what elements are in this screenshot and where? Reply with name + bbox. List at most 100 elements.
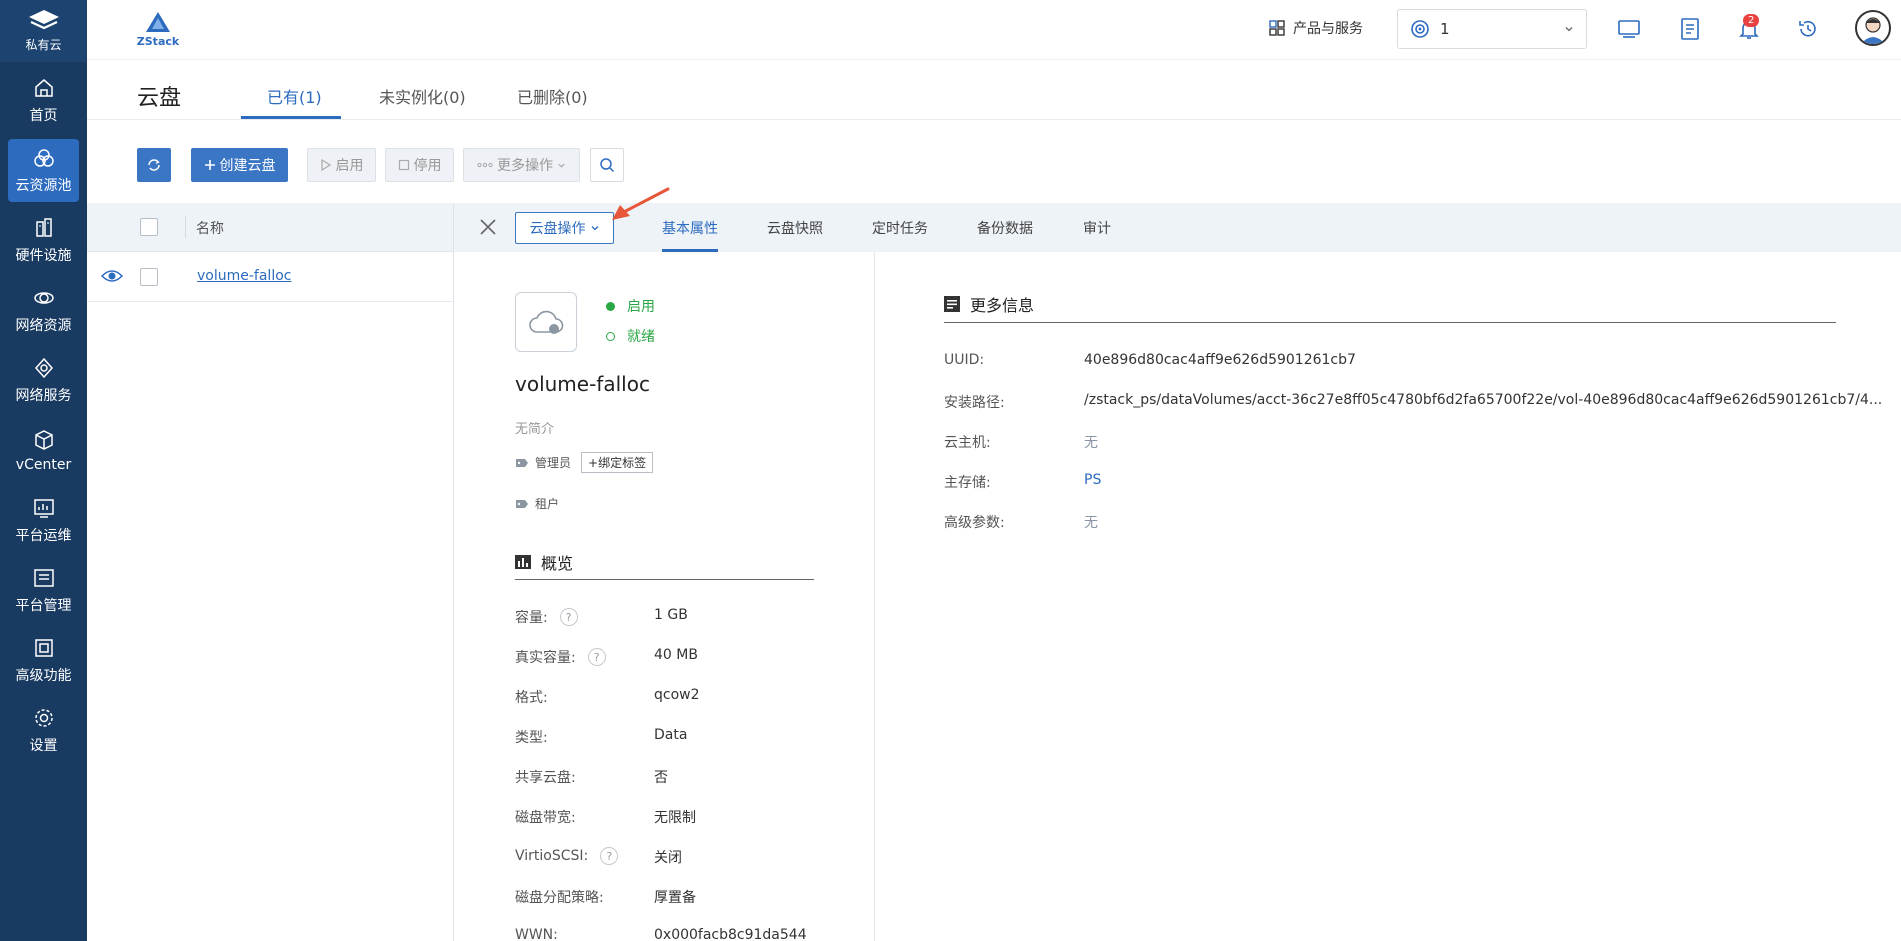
prop-label-text: 格式:: [515, 690, 548, 706]
help-icon[interactable]: ?: [587, 648, 606, 666]
enable-button[interactable]: 启用: [307, 148, 376, 182]
brand[interactable]: 私有云: [0, 0, 87, 62]
bind-tag-button[interactable]: +绑定标签: [581, 452, 654, 473]
info-label-install-path: 安装路径:: [944, 395, 1005, 411]
tab-uninstantiated[interactable]: 未实例化(0): [379, 84, 466, 108]
sidebar-item-platform-management[interactable]: 平台管理: [8, 559, 79, 622]
prop-label-bandwidth: 磁盘带宽:: [515, 807, 576, 827]
sidebar-item-label: 平台运维: [15, 527, 72, 544]
prop-value-provisioning: 厚置备: [654, 890, 696, 906]
tab-audit[interactable]: 审计: [1083, 218, 1111, 238]
sidebar-item-label: 网络资源: [15, 317, 72, 334]
tenant-tag-label: 租户: [535, 497, 560, 511]
status-indicator: 就绪: [606, 326, 655, 346]
sidebar-item-home[interactable]: 首页: [8, 69, 79, 132]
tag-icon: [516, 499, 528, 508]
prop-label-provisioning: 磁盘分配策略:: [515, 887, 604, 907]
column-header-name[interactable]: 名称: [196, 218, 224, 238]
info-value-vm: 无: [1084, 435, 1098, 451]
zstack-logo-icon: [146, 12, 170, 32]
select-all-checkbox[interactable]: [140, 218, 158, 236]
volume-description[interactable]: 无简介: [515, 418, 554, 437]
sidebar-item-vcenter[interactable]: vCenter: [8, 419, 79, 482]
eye-icon[interactable]: [101, 267, 123, 285]
prop-label-text: 磁盘分配策略:: [515, 890, 604, 906]
create-volume-button[interactable]: 创建云盘: [191, 148, 288, 182]
search-button[interactable]: [590, 148, 624, 182]
zstack-logo[interactable]: ZStack: [135, 10, 181, 48]
help-icon[interactable]: ?: [559, 608, 578, 626]
tab-existing[interactable]: 已有(1): [267, 84, 322, 108]
info-label-uuid: UUID:: [944, 352, 985, 368]
more-info-title: 更多信息: [970, 296, 1035, 315]
info-value-primary-storage[interactable]: PS: [1084, 472, 1101, 488]
sidebar-item-label: 云资源池: [15, 177, 72, 194]
overview-section-title: 概览: [515, 550, 573, 574]
overview-title: 概览: [541, 554, 574, 573]
layers-logo-icon: [28, 10, 59, 30]
help-icon[interactable]: ?: [600, 847, 619, 865]
sidebar-item-network-resource[interactable]: 网络资源: [8, 279, 79, 342]
products-services-menu[interactable]: 产品与服务: [1269, 18, 1363, 38]
state-indicator: 启用: [606, 296, 655, 316]
target-icon: [1411, 20, 1429, 38]
tab-snapshots[interactable]: 云盘快照: [767, 218, 823, 238]
list-header: 名称: [87, 203, 453, 252]
document-icon[interactable]: [1678, 17, 1702, 41]
refresh-button[interactable]: [137, 148, 171, 182]
table-row[interactable]: volume-falloc: [87, 252, 453, 302]
project-select[interactable]: 1: [1397, 9, 1587, 49]
prop-label-text: 真实容量:: [515, 650, 576, 666]
state-text: 启用: [627, 299, 655, 315]
tab-backup-data[interactable]: 备份数据: [977, 218, 1033, 238]
tab-scheduled-jobs[interactable]: 定时任务: [872, 218, 928, 238]
chevron-down-icon: [1565, 27, 1573, 32]
sidebar-item-label: 设置: [29, 737, 58, 754]
info-label-advanced-params: 高级参数:: [944, 515, 1005, 531]
top-header: ZStack 产品与服务 1 2: [87, 0, 1901, 60]
prop-value-bandwidth: 无限制: [654, 810, 696, 826]
monitor-icon[interactable]: [1617, 17, 1641, 41]
tenant-tag-row: 租户: [515, 495, 559, 512]
status-text: 就绪: [627, 329, 655, 345]
sidebar-item-settings[interactable]: 设置: [8, 699, 79, 762]
refresh-icon: [148, 159, 160, 171]
sidebar-item-resource-pool[interactable]: 云资源池: [8, 139, 79, 202]
prop-value-capacity: 1 GB: [654, 607, 688, 623]
row-checkbox[interactable]: [140, 268, 158, 286]
overview-rule: [515, 579, 814, 580]
network-service-icon: [34, 357, 53, 378]
prop-label-type: 类型:: [515, 727, 548, 747]
sidebar-item-advanced[interactable]: 高级功能: [8, 629, 79, 692]
volume-cloud-icon: [515, 292, 577, 352]
info-value-uuid: 40e896d80cac4aff9e626d5901261cb7: [1084, 352, 1356, 368]
prop-label-text: 容量:: [515, 610, 548, 626]
volume-name-link[interactable]: volume-falloc: [197, 268, 291, 284]
sidebar-item-network-service[interactable]: 网络服务: [8, 349, 79, 412]
sidebar-item-label: 硬件设施: [15, 247, 72, 264]
avatar[interactable]: [1855, 10, 1891, 46]
more-info-panel: 更多信息 UUID: 40e896d80cac4aff9e626d5901261…: [876, 252, 1901, 941]
enable-label: 启用: [335, 158, 364, 174]
sidebar-item-hardware[interactable]: 硬件设施: [8, 209, 79, 272]
hardware-icon: [35, 217, 52, 237]
sidebar-item-label: 网络服务: [15, 387, 72, 404]
more-actions-button[interactable]: 更多操作: [463, 148, 580, 182]
red-arrow-annotation: [612, 187, 670, 220]
disable-button[interactable]: 停用: [385, 148, 454, 182]
logo-text: ZStack: [136, 35, 180, 48]
prop-label-format: 格式:: [515, 687, 548, 707]
close-icon[interactable]: [478, 217, 498, 237]
network-resource-icon: [33, 291, 54, 304]
prop-label-text: 磁盘带宽:: [515, 810, 576, 826]
detail-summary-panel: 启用 就绪 volume-falloc 无简介 管理员 +绑定标签 租户 概览 …: [454, 252, 875, 941]
tab-deleted[interactable]: 已删除(0): [517, 84, 588, 108]
history-icon[interactable]: [1796, 17, 1820, 41]
volume-actions-button[interactable]: 云盘操作: [515, 212, 614, 244]
advanced-icon: [34, 638, 53, 657]
prop-label-actual-size: 真实容量:?: [515, 647, 606, 667]
info-value-install-path: /zstack_ps/dataVolumes/acct-36c27e8ff05c…: [1084, 392, 1883, 408]
info-label-vm: 云主机:: [944, 435, 991, 451]
prop-value-actual-size: 40 MB: [654, 647, 698, 663]
sidebar-item-ops[interactable]: 平台运维: [8, 489, 79, 552]
